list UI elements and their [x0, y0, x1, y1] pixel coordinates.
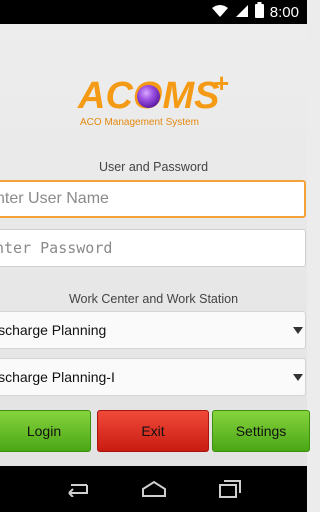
login-screen: ACOMS + ACO Management System User and P…: [0, 24, 307, 466]
wifi-icon: [211, 3, 229, 22]
password-field[interactable]: [0, 229, 306, 267]
home-icon[interactable]: [134, 474, 174, 504]
recent-apps-icon[interactable]: [210, 474, 250, 504]
work-station-value: ischarge Planning-I: [0, 369, 115, 385]
login-button[interactable]: Login: [0, 410, 91, 452]
logo-plus: +: [214, 68, 230, 98]
status-time: 8:00: [269, 3, 299, 21]
username-field[interactable]: [0, 180, 306, 218]
back-icon[interactable]: [56, 474, 96, 504]
exit-button[interactable]: Exit: [97, 410, 209, 452]
work-station-select[interactable]: ischarge Planning-I: [0, 358, 306, 396]
password-input[interactable]: [0, 230, 303, 266]
work-label: Work Center and Work Station: [68, 292, 239, 306]
app-logo: ACOMS + ACO Management System: [78, 68, 238, 150]
settings-button[interactable]: Settings: [212, 410, 310, 452]
username-input[interactable]: [0, 182, 302, 216]
navigation-bar: [0, 466, 307, 512]
logo-orb-icon: [137, 85, 160, 108]
work-center-select[interactable]: ischarge Planning: [0, 311, 306, 349]
work-center-value: ischarge Planning: [0, 322, 107, 338]
credentials-label: User and Password: [98, 160, 209, 174]
logo-tagline: ACO Management System: [80, 117, 199, 128]
battery-icon: [254, 2, 264, 22]
status-bar: 8:00: [0, 0, 307, 24]
signal-icon: [235, 3, 249, 22]
dropdown-arrow-icon: [293, 374, 303, 381]
dropdown-arrow-icon: [293, 327, 303, 334]
